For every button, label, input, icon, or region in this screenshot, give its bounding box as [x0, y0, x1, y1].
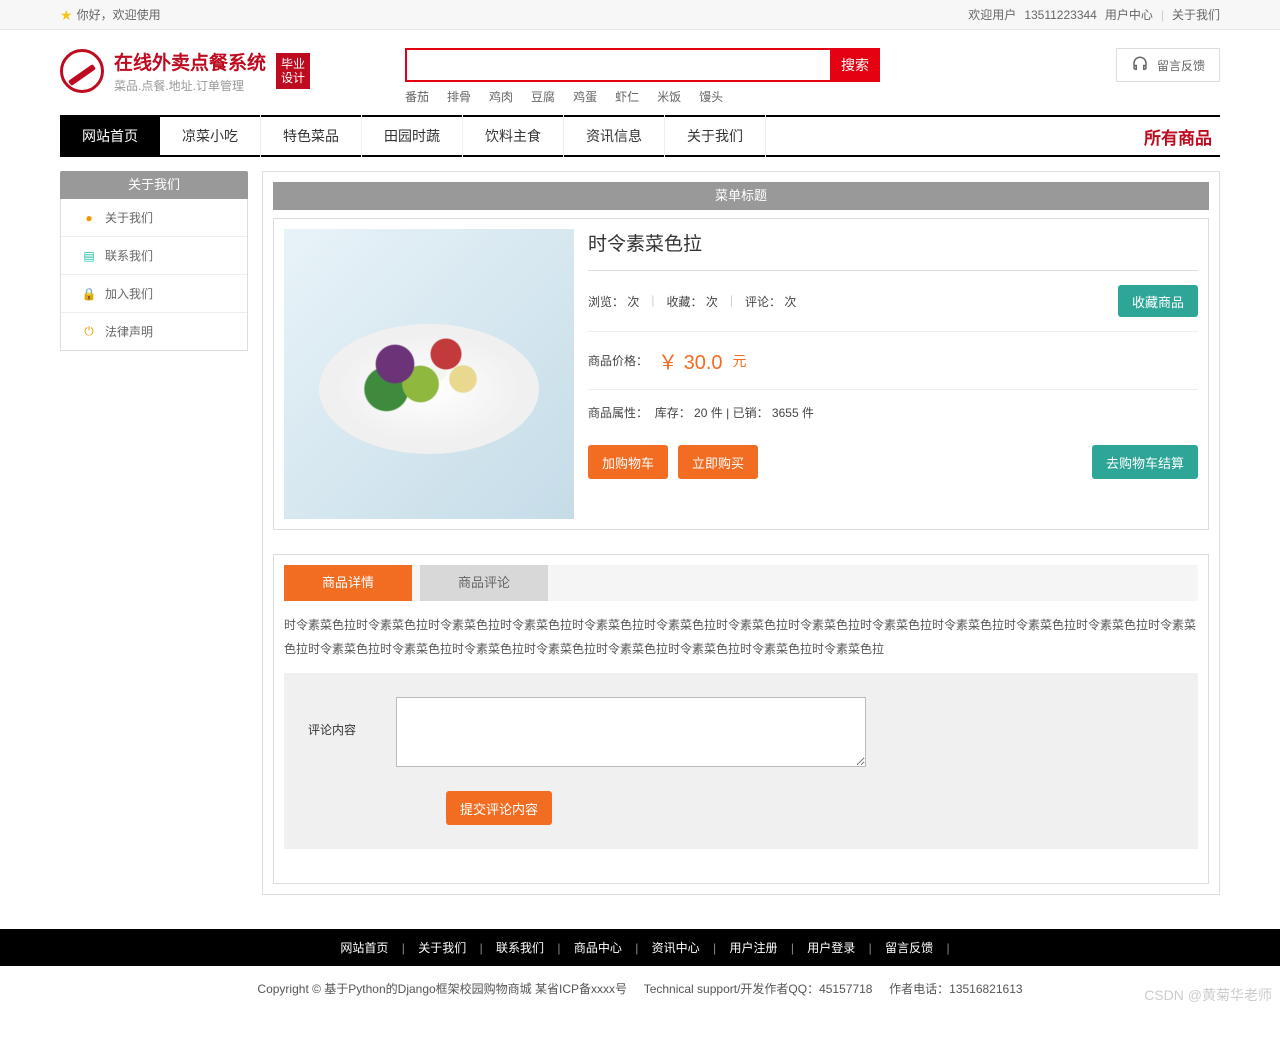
lock-icon: 🔒: [83, 288, 95, 300]
buy-now-button[interactable]: 立即购买: [678, 445, 758, 479]
search-input[interactable]: [405, 48, 830, 82]
watermark: CSDN @黄菊华老师: [1144, 985, 1272, 1005]
footer-link[interactable]: 用户注册: [719, 941, 787, 955]
logo-block[interactable]: 在线外卖点餐系统 菜品.点餐.地址.订单管理 毕业 设计: [60, 48, 405, 94]
tag-link[interactable]: 米饭: [657, 88, 681, 105]
footer-link[interactable]: 关于我们: [408, 941, 476, 955]
product-image: [284, 229, 574, 519]
nav-item[interactable]: 特色菜品: [261, 115, 362, 157]
sidebar: 关于我们 ● 关于我们 ▤ 联系我们 🔒 加入我们 ⏻ 法律声明: [60, 171, 248, 895]
tag-link[interactable]: 虾仁: [615, 88, 639, 105]
content: 菜单标题 时令素菜色拉 浏览： 次 | 收藏： 次 | 评论： 次 收藏商品: [262, 171, 1220, 895]
about-link[interactable]: 关于我们: [1172, 0, 1220, 30]
nav-item[interactable]: 饮料主食: [463, 115, 564, 157]
logo-icon: [60, 49, 104, 93]
nav-item[interactable]: 资讯信息: [564, 115, 665, 157]
product-description: 时令素菜色拉时令素菜色拉时令素菜色拉时令素菜色拉时令素菜色拉时令素菜色拉时令素菜…: [284, 601, 1198, 673]
tag-link[interactable]: 馒头: [699, 88, 723, 105]
tag-link[interactable]: 豆腐: [531, 88, 555, 105]
power-icon: ⏻: [83, 326, 95, 338]
user-phone-link[interactable]: 13511223344: [1024, 0, 1097, 30]
footer-info: Copyright © 基于Python的Django框架校园购物商城 某省IC…: [0, 966, 1280, 1011]
sidebar-item-about[interactable]: ● 关于我们: [61, 199, 247, 237]
site-title: 在线外卖点餐系统: [114, 48, 266, 75]
comment-label: 评论内容: [308, 697, 368, 738]
all-products-link[interactable]: 所有商品: [1144, 124, 1212, 149]
nav-item[interactable]: 凉菜小吃: [160, 115, 261, 157]
search-button[interactable]: 搜索: [830, 48, 880, 82]
sidebar-item-contact[interactable]: ▤ 联系我们: [61, 237, 247, 275]
nav-item[interactable]: 关于我们: [665, 115, 766, 157]
headset-icon: [1131, 55, 1149, 76]
site-subtitle: 菜品.点餐.地址.订单管理: [114, 77, 266, 94]
price-value: ￥ 30.0: [658, 346, 722, 375]
star-icon: ★: [60, 0, 73, 30]
nav-item[interactable]: 田园时蔬: [362, 115, 463, 157]
comment-form: 评论内容 提交评论内容: [284, 673, 1198, 849]
topbar: ★ 你好，欢迎使用 欢迎用户 13511223344 用户中心 | 关于我们: [0, 0, 1280, 30]
product-box: 时令素菜色拉 浏览： 次 | 收藏： 次 | 评论： 次 收藏商品 商品价格：: [273, 218, 1209, 530]
tag-link[interactable]: 鸡蛋: [573, 88, 597, 105]
favorite-button[interactable]: 收藏商品: [1118, 285, 1198, 317]
comment-textarea[interactable]: [396, 697, 866, 767]
footer-link[interactable]: 资讯中心: [642, 941, 710, 955]
footer-link[interactable]: 用户登录: [797, 941, 865, 955]
product-name: 时令素菜色拉: [588, 229, 1198, 271]
section-title: 菜单标题: [273, 182, 1209, 210]
footer-link[interactable]: 商品中心: [564, 941, 632, 955]
price-row: 商品价格： ￥ 30.0元: [588, 332, 1198, 390]
attr-row: 商品属性： 库存： 20 件 | 已销： 3655 件: [588, 390, 1198, 435]
product-stats: 浏览： 次 | 收藏： 次 | 评论： 次: [588, 293, 796, 310]
main-nav: 网站首页 凉菜小吃 特色菜品 田园时蔬 饮料主食 资讯信息 关于我们 所有商品: [60, 115, 1220, 157]
tag-link[interactable]: 番茄: [405, 88, 429, 105]
checkout-button[interactable]: 去购物车结算: [1092, 445, 1198, 479]
search-tags: 番茄 排骨 鸡肉 豆腐 鸡蛋 虾仁 米饭 馒头: [405, 88, 1116, 105]
tag-link[interactable]: 鸡肉: [489, 88, 513, 105]
sidebar-item-join[interactable]: 🔒 加入我们: [61, 275, 247, 313]
footer-link[interactable]: 留言反馈: [875, 941, 943, 955]
nav-home[interactable]: 网站首页: [60, 115, 160, 157]
welcome-user-label: 欢迎用户: [968, 0, 1016, 30]
footer-link[interactable]: 联系我们: [486, 941, 554, 955]
topbar-welcome: ★ 你好，欢迎使用: [60, 0, 161, 30]
detail-box: 商品详情 商品评论 时令素菜色拉时令素菜色拉时令素菜色拉时令素菜色拉时令素菜色拉…: [273, 554, 1209, 884]
sidebar-title: 关于我们: [60, 171, 248, 199]
footer-link[interactable]: 网站首页: [330, 941, 398, 955]
sidebar-item-legal[interactable]: ⏻ 法律声明: [61, 313, 247, 350]
user-center-link[interactable]: 用户中心: [1105, 0, 1153, 30]
tag-link[interactable]: 排骨: [447, 88, 471, 105]
badge-graduation: 毕业 设计: [276, 53, 310, 89]
footer-nav: 网站首页 | 关于我们 | 联系我们 | 商品中心 | 资讯中心 | 用户注册 …: [0, 929, 1280, 966]
feedback-button[interactable]: 留言反馈: [1116, 48, 1220, 82]
add-cart-button[interactable]: 加购物车: [588, 445, 668, 479]
circle-icon: ●: [83, 212, 95, 224]
submit-comment-button[interactable]: 提交评论内容: [446, 791, 552, 825]
tab-comments[interactable]: 商品评论: [420, 565, 548, 601]
card-icon: ▤: [83, 250, 95, 262]
tab-detail[interactable]: 商品详情: [284, 565, 412, 601]
